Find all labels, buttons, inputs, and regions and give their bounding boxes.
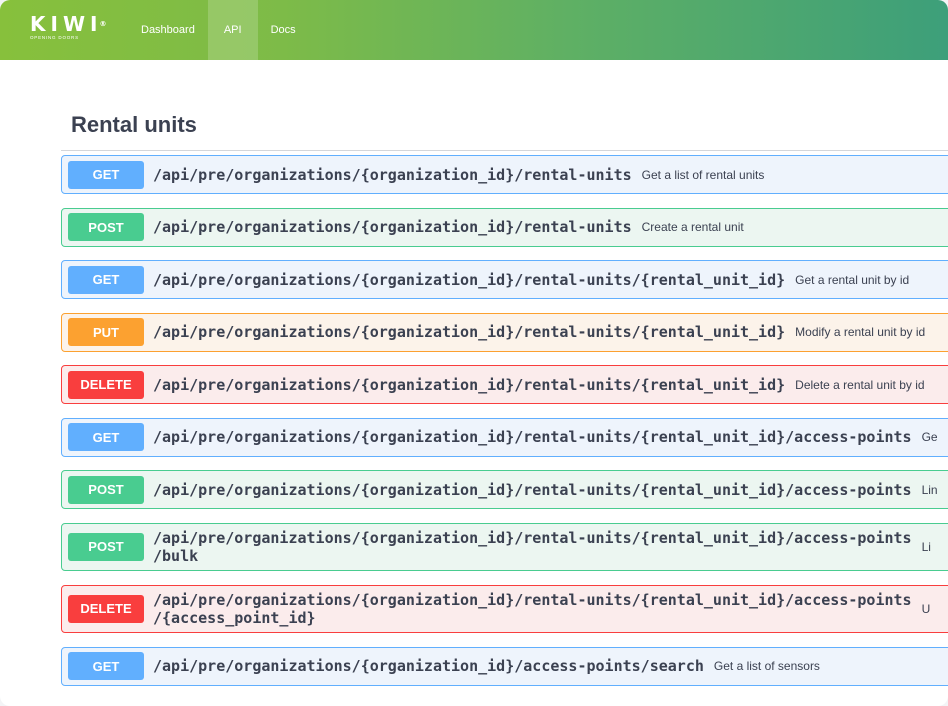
operation-row[interactable]: POST /api/pre/organizations/{organizatio… [61, 522, 948, 571]
operation-summary: Delete a rental unit by id [795, 377, 925, 392]
operation-summary: Modify a rental unit by id [795, 325, 926, 339]
operation-summary: Ge [921, 430, 938, 444]
operation-summary: U [921, 601, 931, 616]
top-navbar: KIWI® OPENING DOORS Dashboard API Docs [0, 0, 948, 60]
operation-row[interactable]: GET /api/pre/organizations/{organization… [61, 155, 948, 194]
operation-row[interactable]: POST /api/pre/organizations/{organizatio… [61, 470, 948, 509]
operation-row[interactable]: GET /api/pre/organizations/{organization… [61, 260, 948, 299]
operation-summary: Get a list of sensors [713, 659, 820, 673]
app-window: KIWI® OPENING DOORS Dashboard API Docs R… [0, 0, 948, 706]
method-badge: GET [68, 423, 144, 451]
section-divider [61, 150, 948, 151]
main-nav: Dashboard API Docs [128, 0, 309, 60]
method-badge: GET [68, 652, 144, 680]
section-title[interactable]: Rental units [71, 112, 197, 138]
operation-path: /api/pre/organizations/{organization_id}… [153, 657, 704, 675]
method-badge: DELETE [68, 594, 144, 623]
operation-summary: Create a rental unit [641, 220, 744, 234]
method-badge: POST [68, 532, 144, 561]
logo-text: KIWI [30, 12, 103, 36]
method-badge: DELETE [68, 370, 144, 399]
operation-row[interactable]: GET /api/pre/organizations/{organization… [61, 417, 948, 457]
operation-path: /api/pre/organizations/{organization_id}… [153, 323, 786, 341]
operation-path: /api/pre/organizations/{organization_id}… [153, 165, 632, 184]
method-badge: GET [68, 265, 144, 294]
operation-row[interactable]: GET /api/pre/organizations/{organization… [61, 646, 948, 686]
operation-path: /api/pre/organizations/{organization_id}… [153, 428, 912, 446]
operation-path: /api/pre/organizations/{organization_id}… [153, 590, 912, 627]
nav-api[interactable]: API [207, 0, 258, 60]
operation-row[interactable]: PUT /api/pre/organizations/{organization… [61, 312, 948, 352]
nav-dashboard[interactable]: Dashboard [128, 0, 208, 60]
operation-summary: Li [921, 539, 931, 554]
operation-summary: Get a rental unit by id [795, 272, 910, 287]
operation-row[interactable]: POST /api/pre/organizations/{organizatio… [61, 207, 948, 247]
registered-mark: ® [99, 20, 112, 28]
method-badge: POST [68, 475, 144, 504]
operation-path: /api/pre/organizations/{organization_id}… [153, 480, 912, 499]
operation-path: /api/pre/organizations/{organization_id}… [153, 218, 632, 236]
operation-row[interactable]: DELETE /api/pre/organizations/{organizat… [61, 365, 948, 404]
method-badge: PUT [68, 318, 144, 346]
kiwi-logo[interactable]: KIWI® OPENING DOORS [30, 12, 106, 46]
operation-path: /api/pre/organizations/{organization_id}… [153, 270, 786, 289]
nav-docs[interactable]: Docs [258, 0, 309, 60]
method-badge: POST [68, 213, 144, 241]
operation-path: /api/pre/organizations/{organization_id}… [153, 375, 786, 394]
operation-summary: Get a list of rental units [641, 167, 765, 182]
operation-summary: Lin [921, 482, 938, 497]
operation-path: /api/pre/organizations/{organization_id}… [153, 528, 912, 565]
operation-row[interactable]: DELETE /api/pre/organizations/{organizat… [61, 584, 948, 633]
method-badge: GET [68, 160, 144, 189]
